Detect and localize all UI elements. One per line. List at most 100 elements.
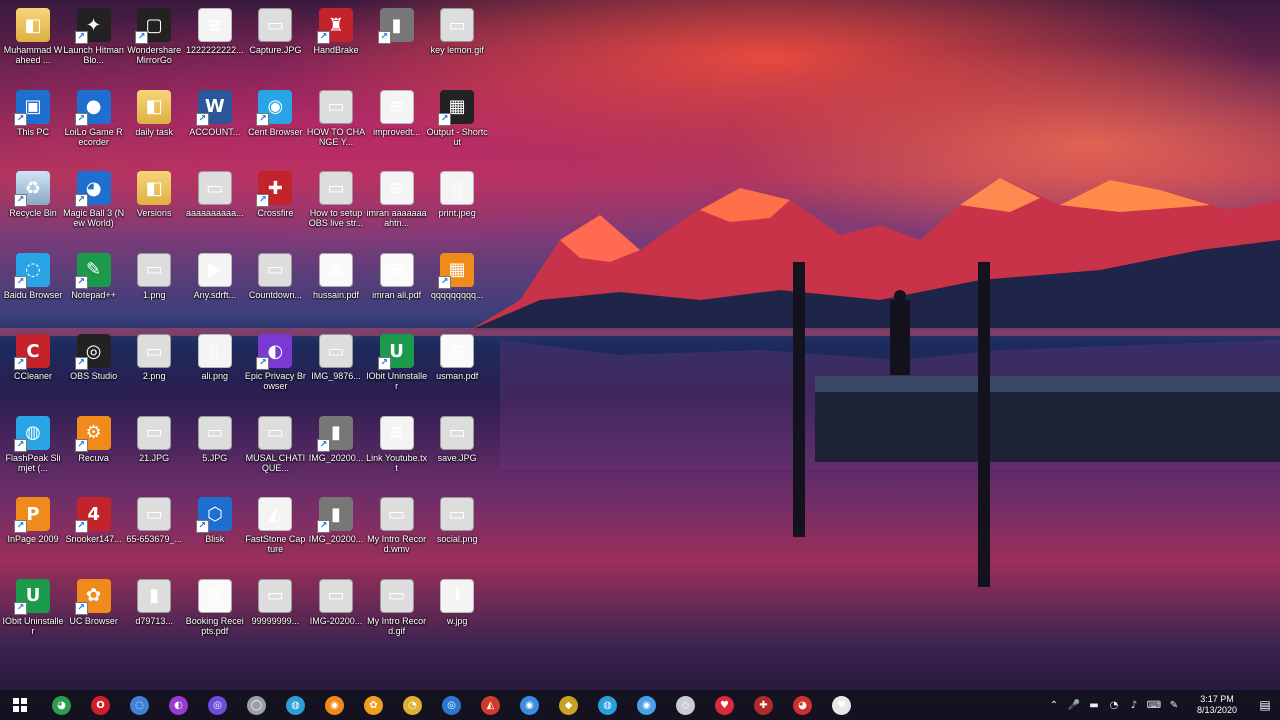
desktop-icon[interactable]: ✎Notepad++ [63, 247, 125, 327]
battery-icon[interactable]: ▬ [1084, 690, 1104, 720]
desktop-icon[interactable]: ▶ Any.sdrft... [184, 247, 246, 327]
desktop-icon[interactable]: ▮IMG_20200... [305, 410, 367, 490]
document-file-icon: ≡ [379, 171, 414, 205]
desktop-icon[interactable]: ≡ Link Youtube.txt [366, 410, 428, 490]
desktop-icon[interactable]: ▦Output - Shortcut [426, 84, 488, 164]
desktop-icon[interactable]: ◉Cent Browser [244, 84, 306, 164]
faststone-capture-icon: ◭ [258, 497, 293, 531]
desktop-icon[interactable]: ▭ save.JPG [426, 410, 488, 490]
desktop-icon[interactable]: ▭ Capture.JPG [244, 2, 306, 82]
desktop-icon[interactable]: ▭ IMG_9876... [305, 328, 367, 408]
desktop-icon[interactable]: WACCOUNT... [184, 84, 246, 164]
desktop-icon[interactable]: ▯ print.jpeg [426, 165, 488, 245]
taskbar-app-button[interactable]: ◍ [276, 690, 315, 720]
start-button[interactable] [0, 690, 40, 720]
pen-icon[interactable]: ✎ [1164, 690, 1184, 720]
taskbar-app-button[interactable]: ◉ [627, 690, 666, 720]
desktop-icon[interactable]: ▭ How to setup OBS live str... [305, 165, 367, 245]
desktop-icon[interactable]: ◌Baidu Browser [2, 247, 64, 327]
desktop-icon[interactable]: ▦qqqqqqqqq... [426, 247, 488, 327]
desktop-icon[interactable]: ▮ [366, 2, 428, 82]
desktop-icon[interactable]: ◧ daily task [123, 84, 185, 164]
desktop-icon[interactable]: ▭ 5.JPG [184, 410, 246, 490]
taskbar-app-button[interactable]: ◐ [159, 690, 198, 720]
taskbar-app-button[interactable]: ◌ [120, 690, 159, 720]
desktop-icon[interactable]: ▭ HOW TO CHANGE Y... [305, 84, 367, 164]
desktop-icon[interactable]: ≡ imran ali.pdf [366, 247, 428, 327]
desktop-icon[interactable]: ▭ IMG-20200... [305, 573, 367, 653]
desktop-icon[interactable]: ✿UC Browser [63, 573, 125, 653]
desktop-icon[interactable]: ▯ ali.png [184, 328, 246, 408]
desktop-icon[interactable]: ▭ 99999999... [244, 573, 306, 653]
desktop-icon[interactable]: ≡ usman.pdf [426, 328, 488, 408]
desktop-icon[interactable]: ◕Magic Ball 3 (New World) [63, 165, 125, 245]
desktop-icon[interactable]: ▭ 2.png [123, 328, 185, 408]
taskbar-app-button[interactable]: ◆ [549, 690, 588, 720]
taskbar-app-button[interactable]: O [81, 690, 120, 720]
desktop-icon[interactable]: ♻Recycle Bin [2, 165, 64, 245]
desktop-icon[interactable]: ◎OBS Studio [63, 328, 125, 408]
keyboard-icon[interactable]: ⌨ [1144, 690, 1164, 720]
desktop-icon[interactable]: ▭ social.png [426, 491, 488, 571]
desktop-icon[interactable]: ▭ key lemon.gif [426, 2, 488, 82]
taskbar-app-button[interactable]: ◎ [432, 690, 471, 720]
clock[interactable]: 3:17 PM 8/13/2020 [1184, 694, 1250, 716]
desktop-icon[interactable]: ▭ 65-653679_... [123, 491, 185, 571]
desktop-icon[interactable]: ✚Crossfire [244, 165, 306, 245]
desktop-icon[interactable]: ◐Epic Privacy Browser [244, 328, 306, 408]
desktop-icon-label: HOW TO CHANGE Y... [306, 126, 366, 147]
desktop-icon[interactable]: ≡ 1222222222... [184, 2, 246, 82]
gif-file-icon: ▭ [440, 8, 475, 42]
taskbar-app-button[interactable]: ♥ [822, 690, 861, 720]
desktop-icon[interactable]: ✦Launch Hitman Blo... [63, 2, 125, 82]
desktop-icon[interactable]: UIObit Uninstaller [2, 573, 64, 653]
taskbar-app-button[interactable]: ◍ [588, 690, 627, 720]
desktop-icon[interactable]: ▣This PC [2, 84, 64, 164]
desktop-icon[interactable]: ▭ Countdown... [244, 247, 306, 327]
desktop-icon[interactable]: ▭ 21.JPG [123, 410, 185, 490]
desktop-icon[interactable]: ≡ hussain.pdf [305, 247, 367, 327]
desktop-icon[interactable]: ▢Wondershare MirrorGo [123, 2, 185, 82]
desktop-icon[interactable]: ≡ Booking Receipts.pdf [184, 573, 246, 653]
desktop-icon[interactable]: i w.jpg [426, 573, 488, 653]
taskbar-app-button[interactable]: ✚ [744, 690, 783, 720]
desktop-icon[interactable]: ◧ Versions [123, 165, 185, 245]
desktop-icon[interactable]: PInPage 2009 [2, 491, 64, 571]
desktop-icon[interactable]: ▭ My Intro Record.wmv [366, 491, 428, 571]
desktop-icon[interactable]: ▮ d79713... [123, 573, 185, 653]
desktop-icon-label: Launch Hitman Blo... [63, 45, 124, 65]
desktop-icon[interactable]: ▮IMG_20200... [305, 491, 367, 571]
desktop-icon[interactable]: ◭ FastStone Capture [244, 491, 306, 571]
desktop-icon[interactable]: ≡ improvedt... [366, 84, 428, 164]
taskbar-app-button[interactable]: ◔ [393, 690, 432, 720]
notification-center-icon[interactable]: ▤ [1250, 690, 1280, 720]
desktop-icon[interactable]: CCCleaner [2, 328, 64, 408]
desktop-icon[interactable]: 4Snooker147... [63, 491, 125, 571]
desktop-icon[interactable]: ◧ Muhammad Waheed ... [2, 2, 64, 82]
taskbar-app-button[interactable]: ◕ [42, 690, 81, 720]
desktop-icon[interactable]: ≡ imran aaaaaaaahtn... [366, 165, 428, 245]
desktop-icon[interactable]: ♜HandBrake [305, 2, 367, 82]
taskbar-app-button[interactable]: ◭ [471, 690, 510, 720]
microphone-icon[interactable]: 🎤 [1064, 690, 1084, 720]
taskbar-app-button[interactable]: ◕ [783, 690, 822, 720]
taskbar-app-button[interactable]: ◯ [237, 690, 276, 720]
desktop-icon[interactable]: ⚙Recuva [63, 410, 125, 490]
taskbar-app-button[interactable]: ♥ [705, 690, 744, 720]
desktop-icon[interactable]: ⬡Blisk [184, 491, 246, 571]
taskbar-app-button[interactable]: ◉ [510, 690, 549, 720]
taskbar-app-button[interactable]: ◉ [315, 690, 354, 720]
desktop-icon[interactable]: ▭ aaaaaaaaaa... [184, 165, 246, 245]
network-icon[interactable]: ◔ [1104, 690, 1124, 720]
desktop-icon[interactable]: ▭ 1.png [123, 247, 185, 327]
desktop-icon[interactable]: ▭ MUSAL CHATIQUE... [244, 410, 306, 490]
taskbar-app-button[interactable]: ◎ [198, 690, 237, 720]
desktop-icon[interactable]: ◍FlashPeak Slimjet (... [2, 410, 64, 490]
volume-icon[interactable]: ♪ [1124, 690, 1144, 720]
desktop-icon[interactable]: UIObit Uninstaller [366, 328, 428, 408]
desktop-icon[interactable]: ●LoiLo Game Recorder [63, 84, 125, 164]
desktop-icon[interactable]: ▭ My Intro Record.gif [366, 573, 428, 653]
show-hidden-icons-icon[interactable]: ⌃ [1044, 690, 1064, 720]
taskbar-app-button[interactable]: ✿ [354, 690, 393, 720]
taskbar-app-button[interactable]: ◇ [666, 690, 705, 720]
